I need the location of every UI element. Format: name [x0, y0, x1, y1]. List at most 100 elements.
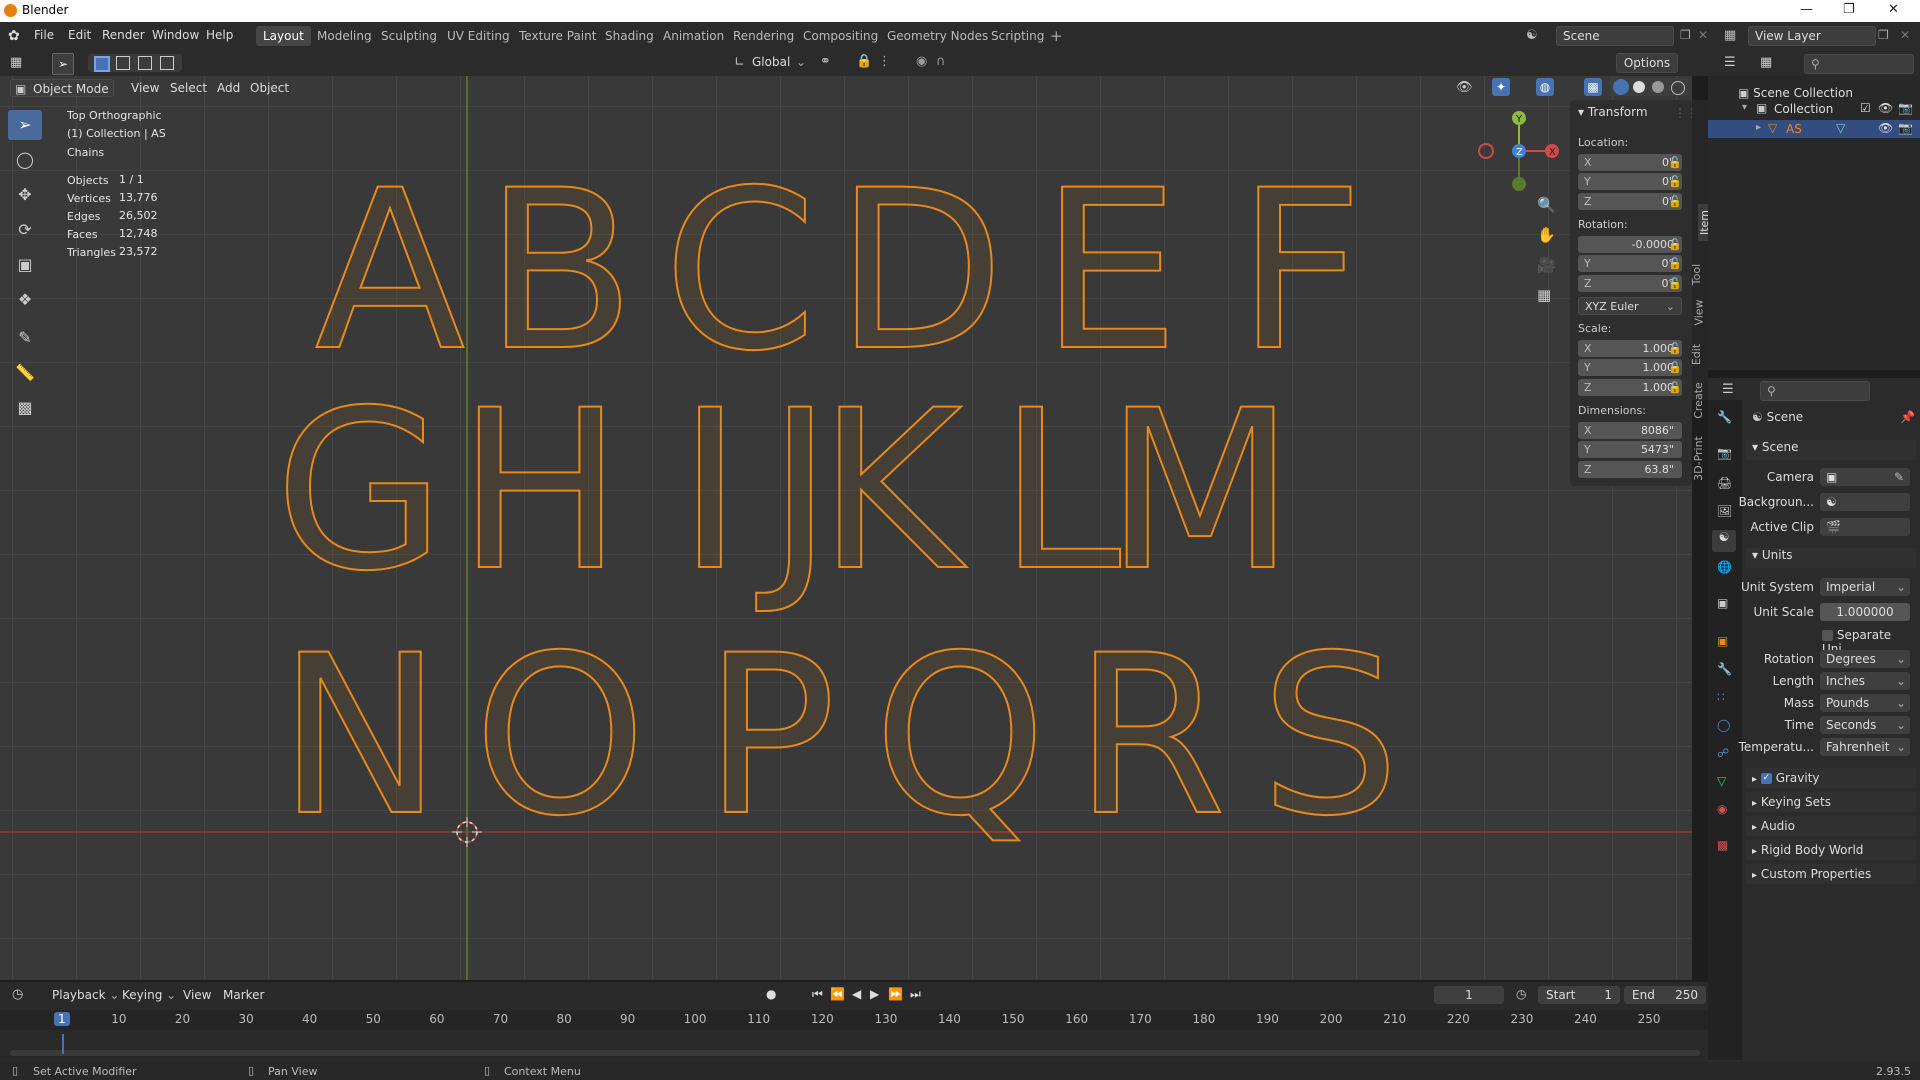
view-layer-icon[interactable]: ▦: [1724, 28, 1736, 43]
letter-m-mesh[interactable]: M: [1104, 362, 1296, 620]
letter-r-mesh[interactable]: R: [1073, 607, 1228, 865]
play-icon[interactable]: ▶: [870, 987, 879, 1001]
letter-q-mesh[interactable]: Q: [872, 607, 1047, 865]
gizmo-toggle-icon[interactable]: ✦: [1492, 78, 1510, 96]
proportional-edit-icon[interactable]: ◉: [916, 54, 927, 69]
scale-tool-icon[interactable]: ▣: [8, 250, 42, 280]
object-row-as[interactable]: ▸ ▽ AS ▽ 👁 📷: [1708, 120, 1920, 138]
letter-f-mesh[interactable]: F: [1236, 142, 1365, 400]
eyedropper-icon[interactable]: ✎: [1894, 468, 1904, 486]
letter-p-mesh[interactable]: P: [703, 607, 838, 865]
lock-icon[interactable]: 🔓: [1668, 277, 1682, 290]
selection-mode-buttons[interactable]: [88, 54, 182, 72]
tab-3d-print[interactable]: 3D-Print: [1692, 436, 1705, 481]
active-clip-field[interactable]: 🎬: [1820, 518, 1910, 536]
texture-tab-icon[interactable]: ▩: [1717, 838, 1728, 852]
delete-view-layer-icon[interactable]: ✕: [1900, 28, 1910, 42]
clock-icon[interactable]: ◷: [1516, 987, 1526, 1001]
pan-hand-icon[interactable]: ✋: [1537, 226, 1556, 244]
start-frame-field[interactable]: Start 1: [1538, 986, 1620, 1004]
letter-o-mesh[interactable]: O: [472, 607, 647, 865]
dimension-y-field[interactable]: Y 5473": [1578, 441, 1682, 458]
expand-triangle-icon[interactable]: ▸: [1756, 122, 1761, 133]
keying-menu[interactable]: Keying ⌄: [122, 988, 176, 1002]
scale-x-field[interactable]: X 1.000: [1578, 340, 1682, 357]
zoom-icon[interactable]: 🔍: [1537, 196, 1556, 214]
rotation-x-field[interactable]: -0.0000: [1578, 236, 1682, 253]
perspective-grid-icon[interactable]: ▦: [1537, 286, 1551, 304]
marker-menu[interactable]: Marker: [223, 988, 264, 1002]
scene-selector-icon[interactable]: ☯: [1526, 28, 1538, 43]
3d-viewport[interactable]: ABCDEFGHIJKLMNOPQRS ▣ Object Mode View S…: [0, 76, 1692, 980]
rendered-shading-icon[interactable]: [1671, 81, 1685, 95]
tab-scripting[interactable]: Scripting: [984, 26, 1051, 46]
select-subtract-icon[interactable]: [138, 56, 152, 70]
lock-icon[interactable]: 🔓: [1668, 361, 1682, 374]
lock-icon[interactable]: 🔓: [1668, 257, 1682, 270]
lock-icon[interactable]: 🔓: [1668, 381, 1682, 394]
audio-panel-header[interactable]: ▸ Audio: [1746, 816, 1916, 836]
wireframe-shading-icon[interactable]: [1613, 79, 1629, 95]
unit-scale-field[interactable]: 1.000000: [1820, 603, 1910, 621]
tool-tab-icon[interactable]: 🔧: [1717, 410, 1732, 424]
transform-orientation-dropdown[interactable]: Global: [752, 55, 790, 69]
navigation-gizmo[interactable]: Y X Z: [1470, 106, 1560, 196]
select-tool-icon[interactable]: ➢: [52, 53, 74, 75]
tab-geometry-nodes[interactable]: Geometry Nodes: [880, 26, 995, 46]
properties-editor-icon[interactable]: ☰: [1722, 382, 1734, 397]
overlay-toggle-icon[interactable]: ◍: [1536, 78, 1554, 96]
camera-icon[interactable]: 📷: [1898, 101, 1913, 115]
letter-n-mesh[interactable]: N: [277, 607, 444, 865]
checkbox-checked-icon[interactable]: ✓: [1760, 773, 1772, 784]
tab-modeling[interactable]: Modeling: [310, 26, 379, 46]
timeline-editor-icon[interactable]: ◷: [12, 987, 23, 1002]
lock-icon[interactable]: 🔓: [1668, 342, 1682, 355]
minimize-icon[interactable]: —: [1800, 2, 1813, 17]
lock-icon[interactable]: 🔓: [1668, 156, 1682, 169]
move-tool-icon[interactable]: ✥: [8, 180, 42, 210]
mass-dropdown[interactable]: Pounds ⌄: [1820, 694, 1910, 712]
snap-target-icon[interactable]: ⋮: [878, 54, 891, 69]
cursor-tool-icon[interactable]: ◯: [8, 145, 42, 175]
prev-keyframe-icon[interactable]: ⏪: [830, 987, 845, 1001]
letter-d-mesh[interactable]: D: [834, 142, 1005, 400]
tab-uv-editing[interactable]: UV Editing: [440, 26, 517, 46]
transform-tool-icon[interactable]: ❖: [8, 285, 42, 315]
menu-window[interactable]: Window: [152, 28, 199, 42]
outliner-search-input[interactable]: ⚲: [1804, 54, 1914, 74]
render-tab-icon[interactable]: 📷: [1717, 446, 1732, 460]
pivot-point-icon[interactable]: ⚭: [820, 54, 831, 69]
tab-texture-paint[interactable]: Texture Paint: [512, 26, 603, 46]
jump-end-icon[interactable]: ⏭: [910, 987, 921, 1002]
units-panel-header[interactable]: ▾ Units: [1746, 548, 1916, 568]
playback-menu[interactable]: Playback ⌄: [52, 988, 119, 1002]
tab-view[interactable]: View: [1693, 299, 1706, 325]
timeline-scrollbar[interactable]: [10, 1050, 1700, 1056]
record-icon[interactable]: ●: [766, 987, 776, 1001]
scene-name-field[interactable]: Scene: [1556, 26, 1674, 46]
checkbox-icon[interactable]: ☑: [1860, 101, 1871, 115]
rotation-units-dropdown[interactable]: Degrees ⌄: [1820, 650, 1910, 668]
transform-panel-header[interactable]: ▾ Transform: [1578, 105, 1648, 119]
visibility-icon[interactable]: 👁: [1456, 80, 1473, 95]
time-dropdown[interactable]: Seconds ⌄: [1820, 716, 1910, 734]
lock-icon[interactable]: 🔓: [1668, 175, 1682, 188]
letter-h-mesh[interactable]: H: [456, 362, 623, 620]
timeline-view-menu[interactable]: View: [183, 988, 211, 1002]
annotate-tool-icon[interactable]: ✎: [8, 323, 42, 353]
select-intersect-icon[interactable]: [160, 56, 174, 70]
view-layer-field[interactable]: View Layer: [1748, 26, 1876, 46]
editor-type-icon[interactable]: ▦: [10, 55, 22, 70]
tab-animation[interactable]: Animation: [656, 26, 731, 46]
dimension-x-field[interactable]: X 8086": [1578, 422, 1682, 439]
viewport-menu-select[interactable]: Select: [170, 81, 207, 95]
play-reverse-icon[interactable]: ◀: [852, 987, 861, 1001]
rotation-z-field[interactable]: Z 0°: [1578, 275, 1682, 292]
expand-triangle-icon[interactable]: ▾: [1742, 102, 1747, 113]
menu-file[interactable]: File: [34, 28, 54, 42]
blender-menu-icon[interactable]: ✿: [8, 28, 24, 44]
measure-tool-icon[interactable]: 📏: [8, 358, 42, 388]
mesh-data-tab-icon[interactable]: ▽: [1717, 774, 1726, 788]
snap-icon[interactable]: 🔒: [856, 54, 872, 69]
rotation-mode-dropdown[interactable]: XYZ Euler ⌄: [1578, 297, 1682, 315]
